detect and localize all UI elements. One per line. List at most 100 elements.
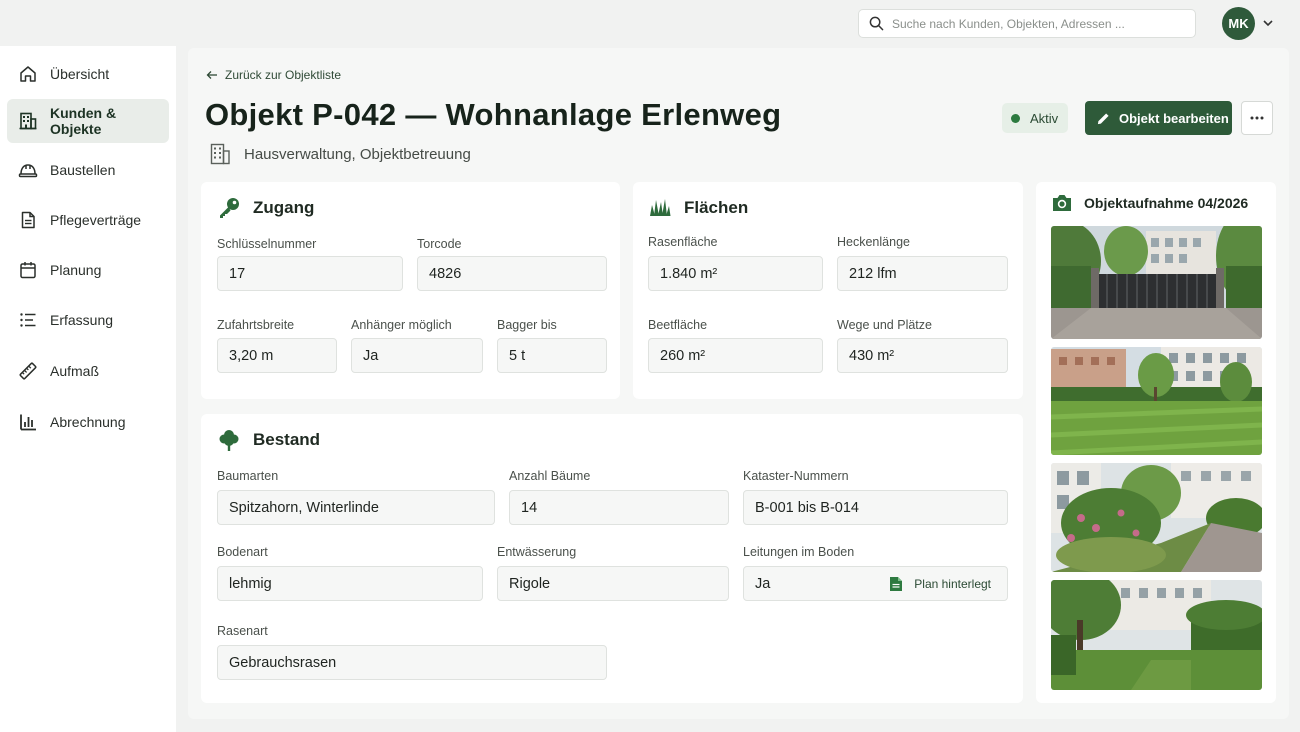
field-anhaenger[interactable]: Ja xyxy=(351,338,483,373)
sidebar-item-label: Kunden & Objekte xyxy=(50,105,117,137)
subtitle-text: Hausverwaltung, Objektbetreuung xyxy=(244,145,471,163)
building-icon xyxy=(19,112,37,130)
search-box[interactable] xyxy=(858,9,1196,38)
field-wege[interactable]: 430 m² xyxy=(837,338,1008,373)
back-link-label: Zurück zur Objektliste xyxy=(225,68,342,82)
key-icon xyxy=(220,198,239,218)
plan-note[interactable]: Plan hinterlegt xyxy=(889,576,991,592)
field-zufahrtsbreite[interactable]: 3,20 m xyxy=(217,338,337,373)
sidebar-item-pflegevertraege[interactable]: Pflegeverträge xyxy=(7,198,169,242)
status-badge: Aktiv xyxy=(1002,103,1068,133)
field-rasenart[interactable]: Gebrauchsrasen xyxy=(217,645,607,680)
sidebar-item-label: Aufmaß xyxy=(50,363,100,379)
field-torcode[interactable]: 4826 xyxy=(417,256,607,291)
sidebar: Übersicht Kunden & Objekte Baustellen Pf… xyxy=(0,46,176,732)
label-entwaesserung: Entwässerung xyxy=(497,545,577,559)
field-leitungen[interactable]: Ja Plan hinterlegt xyxy=(743,566,1008,601)
photo-gate[interactable] xyxy=(1051,226,1262,339)
photo-path[interactable] xyxy=(1051,463,1262,572)
field-bagger[interactable]: 5 t xyxy=(497,338,607,373)
sidebar-item-label: Pflegeverträge xyxy=(50,212,142,228)
sidebar-item-erfassung[interactable]: Erfassung xyxy=(7,298,169,342)
building-icon xyxy=(210,143,230,165)
edit-object-button[interactable]: Objekt bearbeiten xyxy=(1085,101,1232,135)
more-options-button[interactable] xyxy=(1241,101,1273,135)
sidebar-item-label: Abrechnung xyxy=(50,414,126,430)
card-title-flaechen: Flächen xyxy=(648,196,748,220)
photo-lawn[interactable] xyxy=(1051,347,1262,455)
sidebar-item-planung[interactable]: Planung xyxy=(7,248,169,292)
back-link[interactable]: Zurück zur Objektliste xyxy=(206,68,341,82)
photo-card-title: Objektaufnahme 04/2026 xyxy=(1051,193,1248,213)
field-schluesselnummer[interactable]: 17 xyxy=(217,256,403,291)
arrow-left-icon xyxy=(206,71,217,79)
card-title-text: Zugang xyxy=(253,198,315,217)
label-wege: Wege und Plätze xyxy=(837,318,932,332)
card-title-zugang: Zugang xyxy=(217,196,314,220)
card-title-bestand: Bestand xyxy=(217,428,320,452)
sidebar-item-uebersicht[interactable]: Übersicht xyxy=(7,52,169,96)
label-beetflaeche: Beetfläche xyxy=(648,318,708,332)
plan-note-label: Plan hinterlegt xyxy=(914,577,991,591)
label-torcode: Torcode xyxy=(417,237,462,251)
field-entwaesserung[interactable]: Rigole xyxy=(497,566,729,601)
lawn-photo xyxy=(1051,347,1262,455)
label-kataster: Kataster-Nummern xyxy=(743,469,849,483)
list-icon xyxy=(20,313,36,327)
label-bodenart: Bodenart xyxy=(217,545,268,559)
sidebar-item-label: Planung xyxy=(50,262,102,278)
label-heckenlaenge: Heckenlänge xyxy=(837,235,910,249)
label-leitungen: Leitungen im Boden xyxy=(743,545,855,559)
document-icon xyxy=(21,211,35,229)
card-title-text: Flächen xyxy=(684,198,749,217)
more-horizontal-icon xyxy=(1250,116,1264,120)
card-title-text: Bestand xyxy=(253,430,321,449)
sidebar-item-abrechnung[interactable]: Abrechnung xyxy=(7,400,169,444)
page-subtitle: Hausverwaltung, Objektbetreuung xyxy=(208,142,471,166)
sidebar-item-label: Baustellen xyxy=(50,162,116,178)
sidebar-item-kunden-objekte[interactable]: Kunden & Objekte xyxy=(7,99,169,143)
field-beetflaeche[interactable]: 260 m² xyxy=(648,338,823,373)
home-icon xyxy=(20,66,36,82)
path-photo xyxy=(1051,463,1262,572)
sidebar-item-label: Erfassung xyxy=(50,312,114,328)
sidebar-item-label: Übersicht xyxy=(50,66,110,82)
sidebar-item-baustellen[interactable]: Baustellen xyxy=(7,148,169,192)
label-zufahrtsbreite: Zufahrtsbreite xyxy=(217,318,295,332)
helmet-icon xyxy=(18,164,38,178)
calendar-icon xyxy=(20,262,36,279)
field-bodenart[interactable]: lehmig xyxy=(217,566,483,601)
ruler-icon xyxy=(19,362,37,380)
label-rasenflaeche: Rasenfläche xyxy=(648,235,718,249)
photo-hedge[interactable] xyxy=(1051,580,1262,690)
page-title: Objekt P-042 — Wohnanlage Erlenweg xyxy=(205,97,782,132)
top-bar: MK xyxy=(0,0,1300,46)
photo-title-text: Objektaufnahme 04/2026 xyxy=(1084,195,1249,211)
label-bagger: Bagger bis xyxy=(497,318,557,332)
search-icon xyxy=(869,16,884,31)
label-schluesselnummer: Schlüsselnummer xyxy=(217,237,317,251)
field-leitungen-value: Ja xyxy=(755,575,771,592)
status-label: Aktiv xyxy=(1030,110,1059,126)
label-anzahl-baeume: Anzahl Bäume xyxy=(509,469,591,483)
sidebar-item-aufmass[interactable]: Aufmaß xyxy=(7,349,169,393)
search-input[interactable] xyxy=(892,16,1182,31)
field-baumarten[interactable]: Spitzahorn, Winterlinde xyxy=(217,490,495,525)
label-rasenart: Rasenart xyxy=(217,624,268,638)
field-anzahl-baeume[interactable]: 14 xyxy=(509,490,729,525)
field-heckenlaenge[interactable]: 212 lfm xyxy=(837,256,1008,291)
gate-photo xyxy=(1051,226,1262,339)
tree-icon xyxy=(219,430,239,451)
bar-chart-icon xyxy=(20,414,36,431)
file-icon xyxy=(890,577,903,591)
edit-button-label: Objekt bearbeiten xyxy=(1119,110,1229,126)
camera-icon xyxy=(1053,195,1071,211)
hedge-photo xyxy=(1051,580,1262,690)
field-kataster[interactable]: B-001 bis B-014 xyxy=(743,490,1008,525)
chevron-down-icon[interactable] xyxy=(1262,17,1274,29)
field-rasenflaeche[interactable]: 1.840 m² xyxy=(648,256,823,291)
label-anhaenger: Anhänger möglich xyxy=(351,318,452,332)
pencil-icon xyxy=(1097,112,1109,124)
grass-icon xyxy=(650,199,671,216)
avatar[interactable]: MK xyxy=(1222,7,1255,40)
